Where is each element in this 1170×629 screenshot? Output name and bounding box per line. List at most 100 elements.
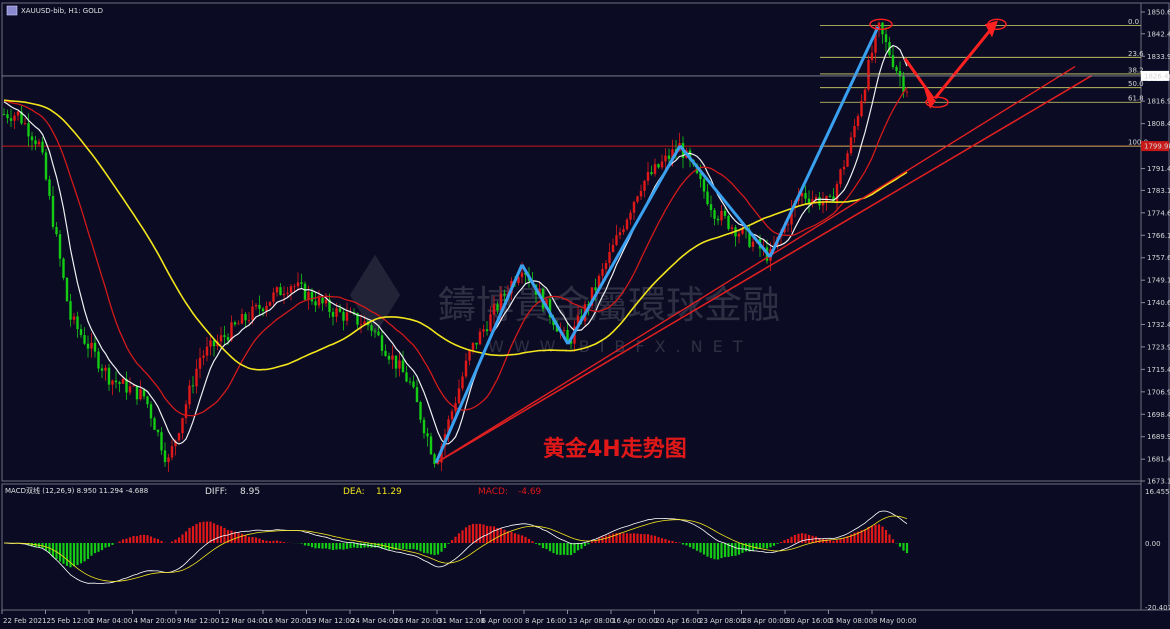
- time-tick-label: 31 Mar 12:00: [438, 617, 485, 625]
- bear-candle: [191, 385, 195, 387]
- bear-candle: [702, 179, 706, 192]
- bull-candle: [853, 126, 856, 138]
- bull-candle: [251, 306, 254, 320]
- chart-window-icon[interactable]: [6, 5, 18, 16]
- bear-candle: [727, 215, 730, 229]
- price-tick-label: 1783.15: [1147, 187, 1170, 195]
- bear-candle: [412, 381, 415, 388]
- bull-candle: [867, 59, 870, 90]
- bull-candle: [604, 263, 608, 269]
- bull-candle: [839, 169, 842, 185]
- bull-candle: [268, 301, 272, 306]
- bull-candle: [625, 219, 629, 230]
- bear-candle: [244, 313, 247, 321]
- chart-canvas[interactable]: 鑄博貴金屬環球金融 WWW.BIBFX.NET 0.023.638.250.06…: [0, 0, 1170, 629]
- bull-candle: [618, 232, 622, 236]
- macd-diff-label: DIFF:: [205, 487, 227, 497]
- bear-candle: [314, 301, 317, 306]
- bear-candle: [261, 308, 265, 312]
- bear-candle: [258, 304, 261, 309]
- time-tick-label: 9 Mar 12:00: [177, 617, 219, 625]
- bear-candle: [41, 141, 44, 153]
- macd-labels: MACD双线 (12,26,9) 8.950 11.294 -4.688 DIF…: [5, 486, 1170, 612]
- bear-candle: [160, 432, 163, 451]
- bull-candle: [478, 331, 482, 345]
- bull-candle: [492, 304, 496, 315]
- bull-candle: [111, 380, 114, 385]
- bear-candle: [51, 195, 55, 227]
- macd-dea-label: DEA:: [343, 487, 365, 497]
- moving-averages: [3, 44, 908, 445]
- price-tick-label: 1715.40: [1147, 366, 1170, 374]
- macd-dea-line: [4, 515, 908, 582]
- bear-candle: [135, 385, 139, 400]
- main-chart-frame: [1, 2, 1142, 482]
- price-tick-label: 1689.90: [1147, 433, 1170, 441]
- price-tick-label: 1740.65: [1147, 299, 1170, 307]
- bull-candle: [398, 360, 401, 369]
- bull-candle: [751, 241, 755, 247]
- time-tick-label: 19 Mar 12:00: [308, 617, 355, 625]
- trendline-upper: [435, 65, 1076, 464]
- bear-candle: [384, 350, 387, 356]
- bear-candle: [149, 404, 153, 419]
- time-tick-label: 13 Apr 08:00: [569, 617, 615, 625]
- forecast-arrow-up: [933, 23, 997, 100]
- bear-candle: [212, 340, 216, 347]
- macd-histogram: [3, 510, 909, 584]
- time-tick-label: 20 Apr 16:00: [656, 617, 702, 625]
- bull-candle: [646, 172, 650, 181]
- bull-candle: [128, 386, 132, 393]
- macd-scale-top: 16.455: [1145, 488, 1170, 496]
- bear-candle: [30, 136, 34, 141]
- bull-candle: [282, 293, 286, 296]
- wave-segment: [678, 144, 772, 258]
- bear-candle: [891, 55, 895, 68]
- bear-candle: [34, 140, 37, 145]
- bear-candle: [93, 342, 97, 352]
- price-tick-label: 1766.15: [1147, 232, 1170, 240]
- bear-candle: [415, 387, 419, 403]
- bull-candle: [450, 411, 454, 420]
- bear-candle: [401, 360, 405, 373]
- bull-candle: [104, 367, 107, 371]
- bull-candle: [905, 91, 909, 93]
- bear-candle: [503, 293, 506, 296]
- price-tick-label: 1732.40: [1147, 321, 1170, 329]
- bull-candle: [275, 287, 279, 293]
- bull-candle: [643, 180, 646, 191]
- time-tick-label: 25 Feb 12:00: [47, 617, 93, 625]
- bear-candle: [223, 335, 226, 338]
- bear-candle: [475, 342, 478, 345]
- bull-candle: [856, 116, 860, 127]
- macd-macd-label: MACD:: [478, 487, 508, 497]
- macd-scale-bottom: -20.407: [1145, 604, 1170, 612]
- time-tick-label: 12 Mar 04:00: [221, 617, 268, 625]
- bear-candle: [804, 193, 807, 199]
- chart-header: XAUUSD-bib, H1: GOLD: [6, 5, 103, 16]
- bear-candle: [233, 322, 237, 325]
- bear-candle: [27, 123, 30, 137]
- bull-candle: [562, 330, 566, 331]
- bull-candle: [205, 346, 209, 356]
- bear-candle: [86, 343, 90, 349]
- high-marker-circle: [869, 18, 893, 30]
- bull-candle: [842, 166, 846, 170]
- bull-candle: [863, 89, 867, 101]
- bear-candle: [657, 164, 660, 168]
- bull-candle: [289, 286, 293, 293]
- price-tick-label: 1723.90: [1147, 343, 1170, 351]
- price-tick-label: 1673.15: [1147, 478, 1170, 486]
- bull-candle: [254, 304, 258, 307]
- time-tick-label: 16 Mar 20:00: [264, 617, 311, 625]
- bear-candle: [97, 351, 100, 369]
- bull-candle: [240, 313, 244, 324]
- bear-candle: [310, 291, 314, 302]
- bull-candle: [849, 137, 853, 154]
- bear-candle: [650, 172, 653, 175]
- time-tick-label: 8 May 00:00: [873, 617, 917, 625]
- bear-candle: [422, 419, 426, 434]
- bear-candle: [884, 34, 888, 43]
- bull-candle: [121, 378, 125, 384]
- bear-candle: [6, 114, 9, 119]
